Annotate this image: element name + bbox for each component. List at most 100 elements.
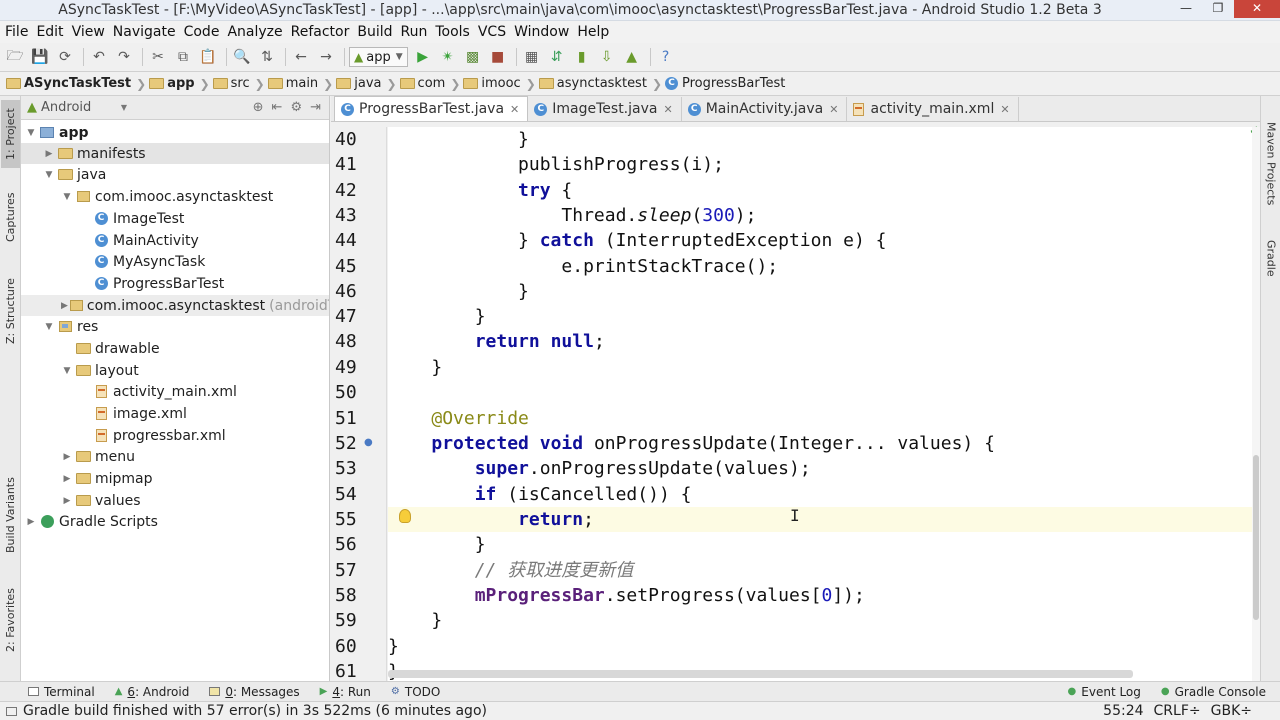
line-separator[interactable]: CRLF÷ bbox=[1154, 703, 1201, 719]
tool-todo[interactable]: ⚙ TODO bbox=[391, 685, 440, 699]
tool-android[interactable]: ▲ 6: Android bbox=[115, 685, 190, 699]
settings-icon[interactable]: ⚙ bbox=[290, 100, 302, 115]
help-icon[interactable]: ? bbox=[655, 46, 677, 68]
tree-node-image-xml[interactable]: image.xml bbox=[21, 403, 329, 424]
breadcrumb-imooc[interactable]: imooc bbox=[461, 76, 524, 91]
intention-bulb-icon[interactable] bbox=[399, 509, 411, 523]
status-message[interactable]: Gradle build finished with 57 error(s) i… bbox=[23, 703, 487, 719]
stop-icon[interactable]: ■ bbox=[487, 46, 509, 68]
tree-node-package[interactable]: ▼ com.imooc.asynctasktest bbox=[21, 186, 329, 207]
run-icon[interactable]: ▶ bbox=[412, 46, 434, 68]
breadcrumb-progressbartest[interactable]: C ProgressBarTest bbox=[663, 76, 789, 91]
attach-debugger-icon[interactable]: ▩ bbox=[462, 46, 484, 68]
scroll-to-source-icon[interactable]: ⊕ bbox=[253, 100, 264, 115]
tree-node-mipmap[interactable]: ▶ mipmap bbox=[21, 468, 329, 489]
tree-node-package-androidtest[interactable]: ▶ com.imooc.asynctasktest (androidTes bbox=[21, 295, 329, 316]
menu-help[interactable]: Help bbox=[576, 24, 616, 40]
override-marker-icon[interactable]: ● bbox=[364, 437, 373, 448]
chevron-right-icon[interactable]: ▶ bbox=[61, 496, 73, 506]
close-icon[interactable]: ✕ bbox=[829, 103, 838, 116]
tab-build-variants[interactable]: Build Variants bbox=[1, 472, 20, 558]
close-button[interactable]: ✕ bbox=[1234, 0, 1280, 18]
tree-node-gradle-scripts[interactable]: ▶ Gradle Scripts bbox=[21, 511, 329, 532]
tree-node-res[interactable]: ▼ res bbox=[21, 316, 329, 337]
close-icon[interactable]: ✕ bbox=[663, 103, 672, 116]
tab-project[interactable]: 1: Project bbox=[1, 100, 20, 168]
breadcrumb-asynctasktest[interactable]: asynctasktest bbox=[537, 76, 651, 91]
menu-refactor[interactable]: Refactor bbox=[290, 24, 357, 40]
chevron-right-icon[interactable]: ▶ bbox=[25, 517, 37, 527]
redo-icon[interactable]: ↷ bbox=[113, 46, 135, 68]
menu-view[interactable]: View bbox=[71, 24, 112, 40]
menu-vcs[interactable]: VCS bbox=[477, 24, 513, 40]
vertical-scrollbar-thumb[interactable] bbox=[1253, 455, 1259, 620]
tool-event-log[interactable]: ● Event Log bbox=[1068, 685, 1141, 699]
tree-node-manifests[interactable]: ▶ manifests bbox=[21, 143, 329, 164]
chevron-right-icon[interactable]: ▶ bbox=[61, 452, 73, 462]
tab-mainactivity-java[interactable]: C MainActivity.java ✕ bbox=[682, 97, 848, 121]
maximize-button[interactable]: ❐ bbox=[1202, 0, 1234, 18]
tool-messages[interactable]: 0: Messages bbox=[209, 685, 300, 699]
menu-tools[interactable]: Tools bbox=[434, 24, 477, 40]
menu-window[interactable]: Window bbox=[513, 24, 576, 40]
tree-node-activity-main-xml[interactable]: activity_main.xml bbox=[21, 381, 329, 402]
tool-terminal[interactable]: Terminal bbox=[28, 685, 95, 699]
monitor-icon[interactable]: ▲ bbox=[621, 46, 643, 68]
tab-maven-projects[interactable]: Maven Projects bbox=[1262, 118, 1280, 210]
breadcrumb-main[interactable]: main bbox=[266, 76, 322, 91]
tree-node-progressbar-xml[interactable]: progressbar.xml bbox=[21, 425, 329, 446]
breadcrumb-src[interactable]: src bbox=[211, 76, 254, 91]
avd-manager-icon[interactable]: ▮ bbox=[571, 46, 593, 68]
editor-gutter[interactable]: 40 41 42 43 44 45 46 47 48 49 50 51 52 5… bbox=[331, 127, 387, 681]
sync-icon[interactable]: ⟳ bbox=[54, 46, 76, 68]
sdk-manager-icon[interactable]: ⇩ bbox=[596, 46, 618, 68]
chevron-down-icon[interactable]: ▼ bbox=[43, 322, 55, 332]
tree-node-app[interactable]: ▼ app bbox=[21, 122, 329, 143]
run-config-select[interactable]: ▲ app ▼ bbox=[349, 47, 408, 67]
chevron-down-icon[interactable]: ▼ bbox=[61, 366, 73, 376]
back-icon[interactable]: ← bbox=[290, 46, 312, 68]
cut-icon[interactable]: ✂ bbox=[147, 46, 169, 68]
tab-progressbartest-java[interactable]: C ProgressBarTest.java ✕ bbox=[334, 96, 529, 121]
close-icon[interactable]: ✕ bbox=[510, 103, 519, 116]
paste-icon[interactable]: 📋 bbox=[197, 46, 219, 68]
close-icon[interactable]: ✕ bbox=[1000, 103, 1009, 116]
hide-panel-icon[interactable]: ⇥ bbox=[310, 100, 321, 115]
code-editor[interactable]: } publishProgress(i); try { Thread.sleep… bbox=[388, 127, 1254, 681]
menu-run[interactable]: Run bbox=[400, 24, 435, 40]
breadcrumb-java[interactable]: java bbox=[334, 76, 385, 91]
save-all-icon[interactable]: 💾 bbox=[29, 46, 51, 68]
menu-code[interactable]: Code bbox=[183, 24, 227, 40]
project-structure-icon[interactable]: ▦ bbox=[521, 46, 543, 68]
file-encoding[interactable]: GBK÷ bbox=[1211, 703, 1252, 719]
menu-edit[interactable]: Edit bbox=[35, 24, 70, 40]
tree-node-menu[interactable]: ▶ menu bbox=[21, 446, 329, 467]
horizontal-scrollbar-thumb[interactable] bbox=[388, 670, 1133, 678]
chevron-down-icon[interactable]: ▼ bbox=[25, 128, 37, 138]
tree-node-imagetest[interactable]: C ImageTest bbox=[21, 208, 329, 229]
tab-gradle[interactable]: Gradle bbox=[1262, 230, 1280, 286]
breadcrumb-app[interactable]: app bbox=[147, 76, 198, 91]
tree-node-drawable[interactable]: drawable bbox=[21, 338, 329, 359]
tab-favorites[interactable]: 2: Favorites bbox=[1, 582, 20, 658]
tab-imagetest-java[interactable]: C ImageTest.java ✕ bbox=[528, 97, 682, 121]
chevron-right-icon[interactable]: ▶ bbox=[43, 149, 55, 159]
tree-node-values[interactable]: ▶ values bbox=[21, 490, 329, 511]
breadcrumb-com[interactable]: com bbox=[398, 76, 450, 91]
tree-node-java[interactable]: ▼ java bbox=[21, 164, 329, 185]
debug-icon[interactable]: ✴ bbox=[437, 46, 459, 68]
breadcrumb-project[interactable]: ASyncTaskTest bbox=[4, 76, 135, 91]
menu-build[interactable]: Build bbox=[356, 24, 399, 40]
chevron-right-icon[interactable]: ▶ bbox=[61, 474, 73, 484]
tree-node-myasynctask[interactable]: C MyAsyncTask bbox=[21, 251, 329, 272]
minimize-button[interactable]: — bbox=[1170, 0, 1202, 18]
find-icon[interactable]: 🔍 bbox=[231, 46, 253, 68]
tree-node-mainactivity[interactable]: C MainActivity bbox=[21, 230, 329, 251]
chevron-down-icon[interactable]: ▼ bbox=[43, 170, 55, 180]
caret-position[interactable]: 55:24 bbox=[1103, 703, 1143, 719]
copy-icon[interactable]: ⧉ bbox=[172, 46, 194, 68]
tab-activity-main-xml[interactable]: activity_main.xml ✕ bbox=[847, 97, 1019, 121]
replace-icon[interactable]: ⇅ bbox=[256, 46, 278, 68]
tool-run[interactable]: ▶ 4: Run bbox=[320, 685, 371, 699]
forward-icon[interactable]: → bbox=[315, 46, 337, 68]
